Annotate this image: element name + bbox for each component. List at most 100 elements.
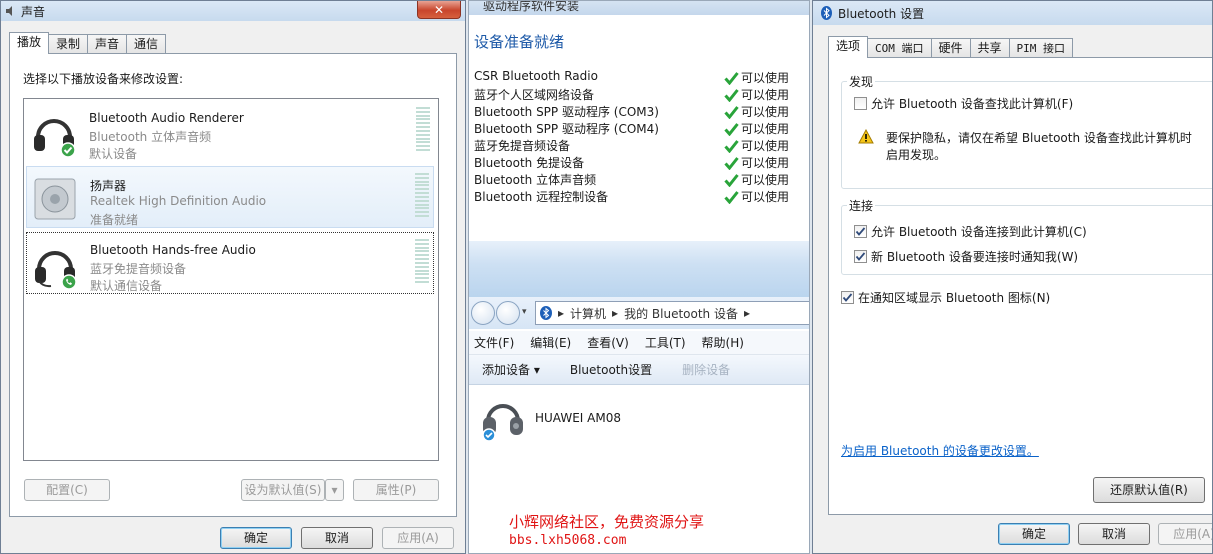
device-item-huawei[interactable]: HUAWEI AM08 — [479, 393, 679, 443]
show-tray-icon-label: 在通知区域显示 Bluetooth 图标(N) — [858, 291, 1051, 305]
driver-item-status: 可以使用 — [741, 156, 790, 170]
device-name: HUAWEI AM08 — [535, 411, 621, 425]
checkbox-box[interactable] — [854, 97, 867, 110]
bluetooth-settings-window: Bluetooth 设置 选项 COM 端口 硬件 共享 PIM 接口 发现 允… — [812, 0, 1213, 554]
tab-options[interactable]: 选项 — [828, 36, 869, 58]
device-status: 准备就绪 — [90, 213, 139, 227]
sound-apply-button[interactable]: 应用(A) — [382, 527, 454, 549]
tab-hardware[interactable]: 硬件 — [930, 38, 971, 58]
restore-defaults-button[interactable]: 还原默认值(R) — [1093, 477, 1205, 503]
driver-title: 驱动程序软件安装 — [483, 0, 580, 13]
checkbox-box[interactable] — [854, 250, 867, 263]
checkmark-icon — [724, 122, 739, 136]
warning-icon — [858, 128, 874, 147]
driver-item-status: 可以使用 — [741, 122, 790, 136]
bt-apply-button[interactable]: 应用(A) — [1158, 523, 1212, 545]
privacy-warning: 要保护隐私，请仅在希望 Bluetooth 设备查找此计算机时启用发现。 — [886, 131, 1192, 162]
remove-device-button[interactable]: 删除设备 — [682, 361, 730, 378]
bluetooth-title: Bluetooth 设置 — [838, 6, 925, 21]
driver-item-status: 可以使用 — [741, 190, 790, 204]
change-device-settings-link[interactable]: 为启用 Bluetooth 的设备更改设置。 — [841, 442, 1039, 459]
sound-window: 声音 ✕ 播放 录制 声音 通信 选择以下播放设备来修改设置: Bluetoot… — [0, 0, 466, 554]
sound-cancel-button[interactable]: 取消 — [301, 527, 373, 549]
sound-close-button[interactable]: ✕ — [417, 1, 461, 19]
headphones-default-icon — [30, 109, 78, 158]
forward-button[interactable] — [496, 301, 520, 325]
add-device-button[interactable]: 添加设备 ▾ — [482, 361, 540, 378]
checkbox-box[interactable] — [854, 225, 867, 238]
connection-group-title: 连接 — [847, 197, 876, 214]
menu-help[interactable]: 帮助(H) — [702, 334, 744, 351]
breadcrumb-computer[interactable]: 计算机 — [570, 305, 606, 322]
allow-find-checkbox[interactable]: 允许 Bluetooth 设备查找此计算机(F) — [854, 95, 1073, 112]
device-name: Bluetooth Audio Renderer — [89, 111, 244, 125]
menu-edit[interactable]: 编辑(E) — [530, 334, 571, 351]
device-row-speakers[interactable]: 扬声器 Realtek High Definition Audio 准备就绪 — [26, 166, 434, 228]
notify-label: 新 Bluetooth 设备要连接时通知我(W) — [871, 250, 1079, 264]
allow-connect-checkbox[interactable]: 允许 Bluetooth 设备连接到此计算机(C) — [854, 223, 1087, 240]
address-bar[interactable]: ▸ 计算机 ▸ 我的 Bluetooth 设备 ▸ — [535, 301, 809, 325]
headset-communication-icon — [31, 241, 79, 290]
device-driver: Realtek High Definition Audio — [90, 194, 267, 208]
menu-file[interactable]: 文件(F) — [474, 334, 514, 351]
tab-communications[interactable]: 通信 — [126, 34, 167, 54]
sound-titlebar[interactable]: 声音 — [1, 1, 465, 21]
bt-cancel-button[interactable]: 取消 — [1078, 523, 1150, 545]
back-button[interactable] — [471, 301, 495, 325]
playback-device-list[interactable]: Bluetooth Audio Renderer Bluetooth 立体声音频… — [23, 98, 439, 461]
driver-item-name: 蓝牙免提音频设备 — [474, 139, 571, 153]
driver-item: Bluetooth SPP 驱动程序 (COM3) 可以使用 — [474, 103, 804, 120]
tab-sounds[interactable]: 声音 — [87, 34, 128, 54]
properties-button[interactable]: 属性(P) — [353, 479, 439, 501]
bluetooth-titlebar[interactable]: Bluetooth 设置 — [813, 1, 1212, 25]
explorer-content: HUAWEI AM08 小辉网络社区，免费资源分享 bbs.lxh5068.co… — [469, 385, 809, 553]
tab-recording[interactable]: 录制 — [48, 34, 89, 54]
menu-tools[interactable]: 工具(T) — [645, 334, 686, 351]
set-default-button[interactable]: 设为默认值(S) — [241, 479, 325, 501]
tab-sharing[interactable]: 共享 — [969, 38, 1010, 58]
set-default-dropdown-button[interactable]: ▾ — [325, 479, 344, 501]
breadcrumb-bluetooth-devices[interactable]: 我的 Bluetooth 设备 — [624, 305, 738, 322]
bt-ok-button[interactable]: 确定 — [998, 523, 1070, 545]
device-row-bluetooth-audio-renderer[interactable]: Bluetooth Audio Renderer Bluetooth 立体声音频… — [26, 101, 434, 163]
checkmark-icon — [855, 227, 866, 236]
history-dropdown-icon[interactable]: ▾ — [522, 307, 527, 317]
bluetooth-title-icon — [821, 6, 832, 20]
sound-ok-button[interactable]: 确定 — [220, 527, 292, 549]
driver-item: 蓝牙免提音频设备 可以使用 — [474, 137, 804, 154]
checkmark-icon — [855, 252, 866, 261]
explorer-menubar: 文件(F) 编辑(E) 查看(V) 工具(T) 帮助(H) — [469, 331, 809, 355]
volume-level-meter — [416, 107, 430, 151]
explorer-command-bar: 添加设备 ▾ Bluetooth设置 删除设备 — [469, 355, 809, 385]
checkmark-icon — [724, 190, 739, 204]
sound-title: 声音 — [21, 4, 46, 19]
device-row-bluetooth-handsfree[interactable]: Bluetooth Hands-free Audio 蓝牙免提音频设备 默认通信… — [26, 232, 434, 294]
device-status: 默认通信设备 — [90, 279, 163, 293]
driver-item: Bluetooth 远程控制设备 可以使用 — [474, 188, 804, 205]
driver-titlebar[interactable]: 驱动程序软件安装 — [469, 1, 809, 15]
checkmark-icon — [724, 139, 739, 153]
bluetooth-icon — [540, 306, 552, 320]
checkmark-icon — [724, 173, 739, 187]
device-status: 默认设备 — [89, 147, 138, 161]
allow-find-label: 允许 Bluetooth 设备查找此计算机(F) — [871, 97, 1074, 111]
tab-com-ports[interactable]: COM 端口 — [867, 38, 932, 58]
driver-item-status: 可以使用 — [741, 173, 790, 187]
watermark-url: bbs.lxh5068.com — [509, 533, 627, 548]
checkmark-icon — [724, 105, 739, 119]
driver-item-name: CSR Bluetooth Radio — [474, 69, 598, 83]
notify-checkbox[interactable]: 新 Bluetooth 设备要连接时通知我(W) — [854, 248, 1078, 265]
driver-item: Bluetooth 立体声音频 可以使用 — [474, 171, 804, 188]
menu-view[interactable]: 查看(V) — [587, 334, 629, 351]
driver-item: 蓝牙个人区域网络设备 可以使用 — [474, 86, 804, 103]
volume-level-meter — [415, 173, 429, 217]
driver-item-name: Bluetooth SPP 驱动程序 (COM3) — [474, 105, 659, 119]
checkbox-box[interactable] — [841, 291, 854, 304]
bluetooth-settings-button[interactable]: Bluetooth设置 — [570, 361, 652, 378]
tab-pim-interface[interactable]: PIM 接口 — [1008, 38, 1074, 58]
configure-button[interactable]: 配置(C) — [24, 479, 110, 501]
speaker-app-icon — [5, 5, 17, 17]
show-tray-icon-checkbox[interactable]: 在通知区域显示 Bluetooth 图标(N) — [841, 289, 1050, 306]
tab-playback[interactable]: 播放 — [9, 32, 50, 54]
headphones-icon — [479, 393, 527, 444]
